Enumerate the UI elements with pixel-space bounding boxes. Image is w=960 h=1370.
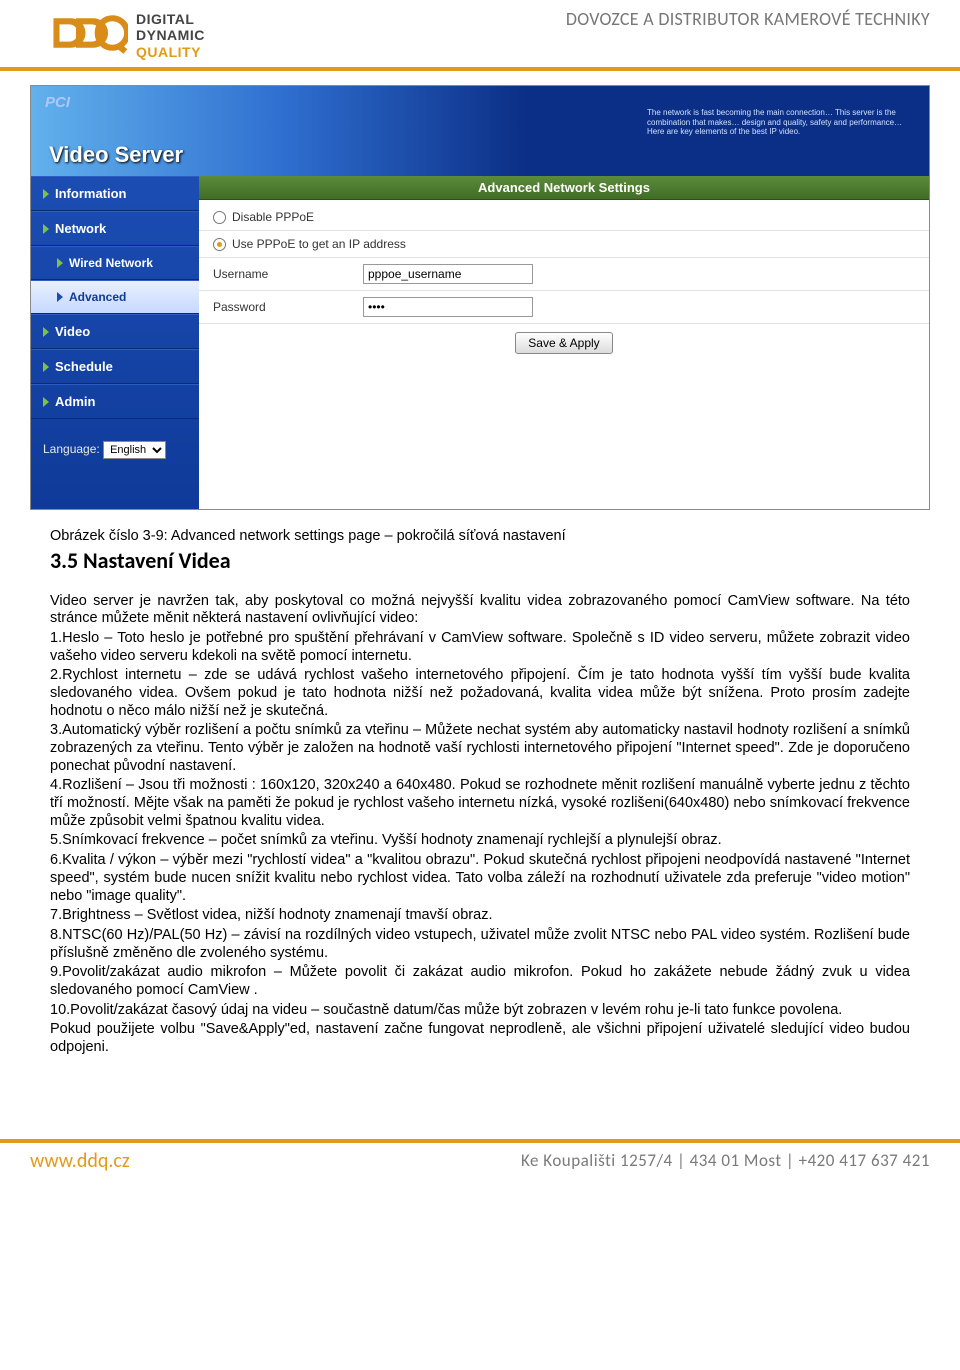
radio-icon[interactable]	[213, 211, 226, 224]
arrow-icon	[43, 189, 49, 199]
language-block: Language: English	[31, 419, 199, 485]
sidebar-item-label: Network	[55, 221, 106, 236]
form-row-password: Password	[199, 291, 929, 324]
arrow-icon	[43, 224, 49, 234]
arrow-icon	[57, 258, 63, 268]
paragraph-4: 4.Rozlišení – Jsou tři možnosti : 160x12…	[50, 777, 910, 830]
document-body: Obrázek číslo 3-9: Advanced network sett…	[0, 528, 960, 1139]
figure-caption: Obrázek číslo 3-9: Advanced network sett…	[50, 528, 910, 546]
paragraph-7: 7.Brightness – Světlost videa, nižší hod…	[50, 907, 910, 925]
page-header: DIGITAL DYNAMIC QUALITY DOVOZCE A DISTRI…	[0, 0, 960, 63]
sidebar-item-admin[interactable]: Admin	[31, 384, 199, 419]
screenshot-banner: PCI Video Server The network is fast bec…	[31, 86, 929, 176]
password-label: Password	[213, 300, 363, 314]
paragraph-3: 3.Automatický výběr rozlišení a počtu sn…	[50, 722, 910, 775]
paragraph-6: 6.Kvalita / výkon – výběr mezi "rychlost…	[50, 852, 910, 905]
sidebar-item-label: Video	[55, 324, 90, 339]
username-input[interactable]	[363, 264, 533, 284]
form-row-disable-pppoe[interactable]: Disable PPPoE	[199, 204, 929, 231]
username-label: Username	[213, 267, 363, 281]
logo-text-line2: DYNAMIC	[136, 27, 205, 43]
logo-text-line1: DIGITAL	[136, 11, 205, 27]
option-label: Use PPPoE to get an IP address	[232, 237, 406, 251]
logo-text: DIGITAL DYNAMIC QUALITY	[136, 11, 205, 59]
page-footer: www.ddq.cz Ke Koupališti 1257/4 | 434 01…	[0, 1139, 960, 1173]
arrow-icon	[43, 327, 49, 337]
logo-block: DIGITAL DYNAMIC QUALITY	[50, 8, 205, 63]
header-divider	[0, 67, 960, 71]
sidebar: Information Network Wired Network Advanc…	[31, 176, 199, 509]
arrow-icon	[43, 362, 49, 372]
paragraph-5: 5.Snímkovací frekvence – počet snímků za…	[50, 832, 910, 850]
option-label: Disable PPPoE	[232, 210, 314, 224]
paragraph-11: Pokud použijete volbu "Save&Apply"ed, na…	[50, 1021, 910, 1056]
banner-logo: PCI	[45, 94, 70, 111]
sidebar-item-wired-network[interactable]: Wired Network	[31, 246, 199, 280]
language-label: Language:	[43, 442, 100, 456]
paragraph-2: 2.Rychlost internetu – zde se udává rych…	[50, 667, 910, 720]
sidebar-item-label: Advanced	[69, 290, 126, 304]
content-area: Advanced Network Settings Disable PPPoE …	[199, 176, 929, 509]
sidebar-item-label: Schedule	[55, 359, 113, 374]
form-body: Disable PPPoE Use PPPoE to get an IP add…	[199, 200, 929, 372]
password-input[interactable]	[363, 297, 533, 317]
paragraph-10: 10.Povolit/zakázat časový údaj na videu …	[50, 1002, 910, 1020]
sidebar-item-video[interactable]: Video	[31, 314, 199, 349]
footer-url: www.ddq.cz	[30, 1149, 130, 1173]
paragraph-9: 9.Povolit/zakázat audio mikrofon – Můžet…	[50, 964, 910, 999]
banner-blurb: The network is fast becoming the main co…	[647, 108, 907, 137]
logo-text-line3: QUALITY	[136, 44, 205, 60]
radio-icon[interactable]	[213, 238, 226, 251]
paragraph-8: 8.NTSC(60 Hz)/PAL(50 Hz) – závisí na roz…	[50, 927, 910, 962]
arrow-icon	[57, 292, 63, 302]
paragraph-1: 1.Heslo – Toto heslo je potřebné pro spu…	[50, 630, 910, 665]
sidebar-item-label: Admin	[55, 394, 95, 409]
arrow-icon	[43, 397, 49, 407]
footer-info: Ke Koupališti 1257/4 | 434 01 Most | +42…	[521, 1150, 930, 1171]
section-heading: 3.5 Nastavení Videa	[50, 548, 910, 575]
screenshot-panel: PCI Video Server The network is fast bec…	[30, 85, 930, 510]
header-tagline: DOVOZCE A DISTRIBUTOR KAMEROVÉ TECHNIKY	[566, 8, 930, 30]
section-title: Advanced Network Settings	[199, 176, 929, 200]
sidebar-item-label: Information	[55, 186, 127, 201]
ddq-logo-icon	[50, 8, 128, 63]
footer-divider	[0, 1139, 960, 1143]
button-row: Save & Apply	[199, 324, 929, 362]
intro-paragraph: Video server je navržen tak, aby poskyto…	[50, 593, 910, 628]
save-apply-button[interactable]: Save & Apply	[515, 332, 612, 354]
form-row-username: Username	[199, 258, 929, 291]
language-select[interactable]: English	[103, 441, 166, 459]
sidebar-item-label: Wired Network	[69, 256, 153, 270]
sidebar-item-information[interactable]: Information	[31, 176, 199, 211]
sidebar-item-schedule[interactable]: Schedule	[31, 349, 199, 384]
banner-title: Video Server	[49, 142, 183, 168]
sidebar-item-network[interactable]: Network	[31, 211, 199, 246]
form-row-use-pppoe[interactable]: Use PPPoE to get an IP address	[199, 231, 929, 258]
sidebar-item-advanced[interactable]: Advanced	[31, 280, 199, 314]
